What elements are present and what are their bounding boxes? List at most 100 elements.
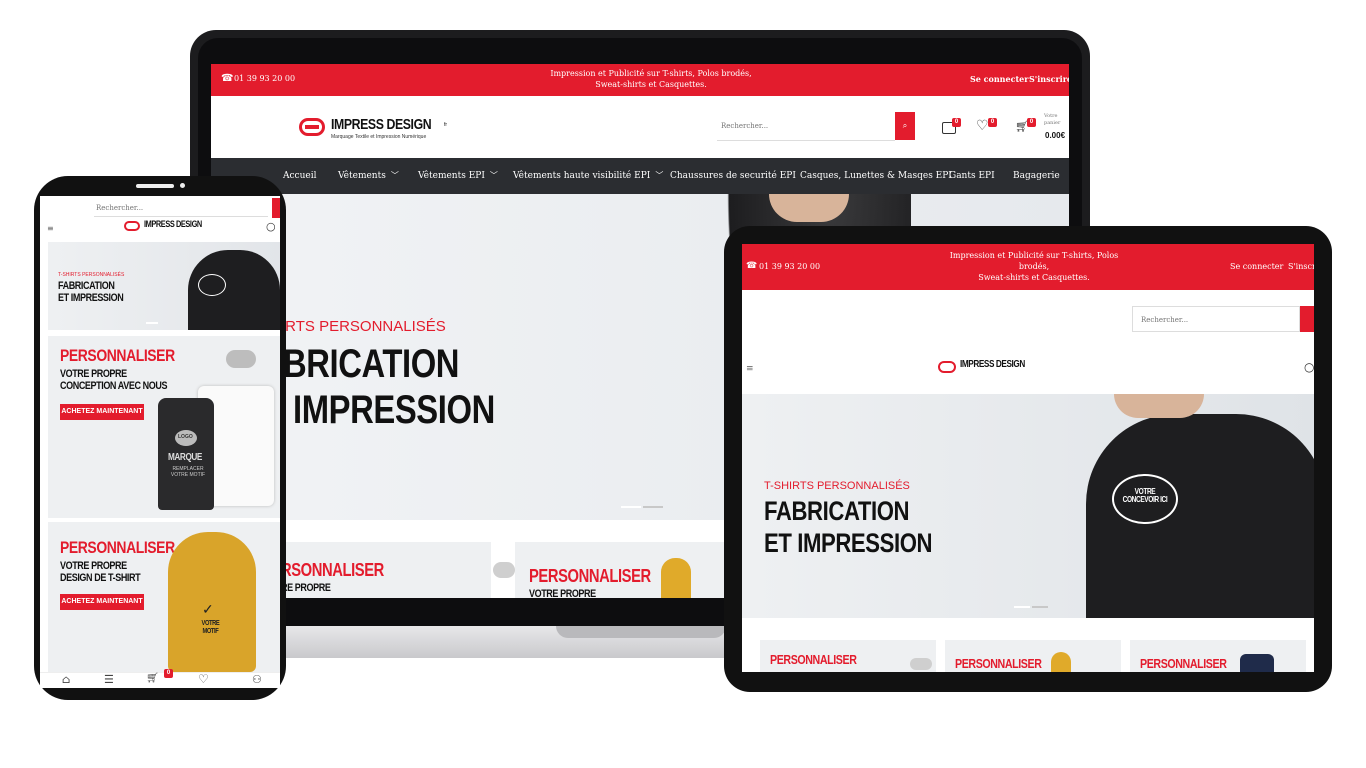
promo-card-1[interactable]: PERSONNALISER: [760, 640, 936, 672]
search-box: [1132, 306, 1300, 332]
phone-bottom-nav: ⌂ ☰ 🛒︎ 0 ♡ ⚇: [40, 669, 280, 688]
shop-now-button[interactable]: ACHETEZ MAINTENANT: [60, 404, 144, 420]
wishlist-icon[interactable]: ♡: [976, 118, 989, 134]
apron-logo-text: LOGO: [178, 434, 193, 440]
promo-card-2[interactable]: PERSONNALISER: [945, 640, 1121, 672]
cart-count-badge: 0: [1027, 118, 1036, 127]
search-button[interactable]: [1300, 306, 1314, 332]
nav-label: Vêtements haute visibilité EPI: [513, 171, 651, 181]
phone-number[interactable]: 01 39 93 20 00: [759, 262, 820, 271]
phone-number[interactable]: 01 39 93 20 00: [234, 74, 295, 83]
shirt-print-text: VOTRE CONCEVOIR ICI: [1122, 487, 1168, 504]
nav-item-haute-visibilite[interactable]: Vêtements haute visibilité EPI ﹀: [513, 158, 663, 194]
promo-line-1: Impression et Publicité sur T-shirts, Po…: [949, 251, 1119, 271]
logo-tagline: Marquage Textile et Impression Numérique: [331, 134, 427, 140]
search-input[interactable]: [1139, 312, 1293, 328]
search-button[interactable]: [272, 198, 280, 218]
logo-text: IMPRESS DESIGN: [144, 219, 202, 229]
chevron-down-icon: ﹀: [655, 171, 664, 180]
login-link[interactable]: Se connecter: [970, 74, 1028, 84]
promo-line-2: Sweat-shirts et Casquettes.: [978, 273, 1090, 282]
hero-title-line-1: FABRICATION: [58, 280, 115, 292]
search-icon[interactable]: ○: [1304, 360, 1314, 374]
slider-dot-active[interactable]: [621, 506, 641, 508]
slider-dot-active[interactable]: [146, 322, 158, 324]
promo-subtitle-line-2: DESIGN DE T-SHIRT: [60, 572, 141, 584]
search-input[interactable]: [94, 200, 268, 217]
shirt-print-badge: VOTRE CONCEVOIR ICI: [1112, 474, 1178, 524]
top-bar: ☎ 01 39 93 20 00 Impression et Publicité…: [211, 64, 1069, 96]
hero-kicker: T-SHIRTS PERSONNALISÉS: [58, 272, 125, 278]
tablet-screen: ☎ 01 39 93 20 00 Impression et Publicité…: [742, 244, 1314, 672]
logo-mark-icon: [124, 221, 140, 231]
chef-hat-image: [910, 658, 932, 670]
nav-item-vetements-epi[interactable]: Vêtements EPI ﹀: [418, 158, 498, 194]
site-logo[interactable]: IMPRESS DESIGN: [124, 219, 224, 234]
site-header: IMPRESS DESIGN fr Marquage Textile et Im…: [211, 96, 1069, 158]
brand-check-icon: ✓: [202, 602, 214, 618]
hamburger-menu-icon[interactable]: ≡: [47, 224, 54, 233]
nav-item-chaussures[interactable]: Chaussures de securité EPI: [670, 158, 796, 194]
nav-item-gants[interactable]: Gants EPI: [949, 158, 995, 194]
promo-line-2: Sweat-shirts et Casquettes.: [595, 80, 707, 89]
home-icon[interactable]: ⌂: [62, 673, 70, 686]
register-link[interactable]: S'inscrire: [1029, 74, 1069, 84]
chef-hat-image: [226, 350, 256, 368]
laptop-notch: [556, 626, 726, 638]
phone-icon: ☎: [221, 73, 234, 84]
apron-logo: LOGO: [175, 430, 197, 446]
slider-dot[interactable]: [643, 506, 663, 508]
promo-subtitle-line-2: CONCEPTION AVEC NOUS: [60, 380, 168, 392]
promo-title: PERSONNALISER: [60, 538, 175, 557]
site-logo[interactable]: IMPRESS DESIGN: [938, 359, 1058, 376]
search-icon: ⌕: [902, 121, 908, 130]
promo-line-1: Impression et Publicité sur T-shirts, Po…: [550, 69, 752, 78]
slider-dot-active[interactable]: [1014, 606, 1030, 608]
phone-promo-card-2[interactable]: PERSONNALISER VOTRE PROPRE DESIGN DE T-S…: [48, 522, 280, 672]
logo-mark-icon: [938, 361, 956, 373]
promo-title: PERSONNALISER: [1140, 656, 1227, 671]
promo-title: PERSONNALISER: [955, 656, 1042, 671]
search-input[interactable]: [719, 118, 891, 134]
cart-count-badge: 0: [164, 669, 173, 678]
hoodie-image: [1051, 652, 1071, 672]
phone-speaker: [136, 184, 174, 188]
cart-icon[interactable]: 🛒︎: [146, 673, 159, 684]
search-box: [717, 112, 895, 141]
cart-label: Votre panier: [1044, 113, 1061, 126]
logo-text: IMPRESS DESIGN: [331, 116, 432, 133]
hero-title-line-2: IMPRESSION: [293, 388, 495, 432]
hero-model-face: [1114, 394, 1204, 418]
categories-icon[interactable]: ☰: [104, 673, 114, 686]
compare-count-badge: 0: [952, 118, 961, 127]
tablet-hero: VOTRE CONCEVOIR ICI T-SHIRTS PERSONNALIS…: [742, 394, 1314, 624]
hoodie-image: [661, 558, 691, 598]
polo-image: [1240, 654, 1274, 672]
nav-item-bagagerie[interactable]: Bagagerie: [1013, 158, 1060, 194]
promo-card-3[interactable]: PERSONNALISER: [1130, 640, 1306, 672]
phone-hero: T-SHIRTS PERSONNALISÉS FABRICATION ET IM…: [48, 242, 280, 330]
nav-item-vetements[interactable]: Vêtements ﹀: [338, 158, 399, 194]
main-nav: Accueil Vêtements ﹀ Vêtements EPI ﹀ Vêteme…: [211, 158, 1069, 194]
apron-image: LOGO MARQUE REMPLACER VOTRE MOTIF: [158, 398, 214, 510]
site-logo[interactable]: IMPRESS DESIGN fr Marquage Textile et Im…: [299, 116, 449, 142]
wishlist-icon[interactable]: ♡: [198, 672, 209, 686]
logo-mark-icon: [299, 118, 325, 136]
account-icon[interactable]: ⚇: [252, 673, 262, 686]
promo-subtitle: RE PROPRE: [281, 582, 331, 594]
hero-model-image: [1086, 414, 1314, 624]
register-link[interactable]: S'inscrire: [1288, 262, 1314, 271]
login-link[interactable]: Se connecter: [1230, 262, 1283, 271]
search-icon[interactable]: ○: [266, 220, 276, 233]
search-button[interactable]: ⌕: [895, 112, 915, 140]
shop-now-button[interactable]: ACHETEZ MAINTENANT: [60, 594, 144, 610]
hero-title-line-2: ET IMPRESSION: [764, 528, 933, 558]
slider-dot[interactable]: [1032, 606, 1048, 608]
tablet-header: ≡ IMPRESS DESIGN ○: [742, 290, 1314, 394]
nav-label: Vêtements: [338, 171, 386, 181]
hamburger-menu-icon[interactable]: ≡: [746, 364, 754, 374]
chef-hat-image: [493, 562, 515, 578]
phone-promo-card-1[interactable]: PERSONNALISER VOTRE PROPRE CONCEPTION AV…: [48, 336, 280, 518]
nav-item-casques[interactable]: Casques, Lunettes & Masqes EPI: [800, 158, 952, 194]
nav-item-accueil[interactable]: Accueil: [283, 158, 316, 194]
